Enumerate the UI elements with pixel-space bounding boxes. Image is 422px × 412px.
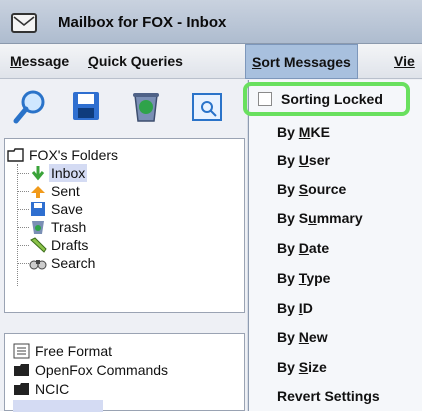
menu-sort-messages[interactable]: Sort Messages (245, 44, 358, 79)
menu-mnemonic: S (298, 359, 309, 375)
menu-mnemonic: u (308, 210, 317, 226)
form-icon (13, 343, 30, 359)
menu-item-by-type[interactable]: By Type (249, 263, 422, 293)
menu-item-label: By (277, 240, 299, 256)
menu-mnemonic: M (10, 53, 22, 69)
menu-item-label: By (277, 124, 299, 140)
queries-list[interactable]: Free Format OpenFox Commands NCIC (4, 333, 245, 412)
trash-icon (32, 221, 44, 234)
menu-label: uick Queries (98, 53, 183, 69)
menu-item-label: By (277, 329, 299, 345)
menu-mnemonic: M (298, 124, 311, 140)
menu-mnemonic: U (298, 152, 309, 168)
tree-connector (17, 173, 29, 174)
title-bar: Mailbox for FOX - Inbox (0, 0, 422, 44)
query-label: Free Format (35, 343, 113, 359)
tree-node-label: Search (51, 255, 96, 271)
sort-messages-menu: Sorting Locked By MKE By User By Source … (248, 80, 422, 411)
menu-item-label: ate (308, 240, 330, 256)
menu-item-label: By (277, 181, 299, 197)
menu-item-label: ource (308, 181, 347, 197)
menu-item-label: mmary (316, 210, 363, 226)
trash-button[interactable] (127, 88, 165, 126)
menu-mnemonic: Vie (394, 53, 415, 69)
menu-item-by-user[interactable]: By User (249, 145, 422, 175)
menu-mnemonic: Q (88, 53, 99, 69)
menu-mnemonic: S (252, 54, 262, 70)
inbox-arrow-icon (31, 166, 45, 181)
window-title: Mailbox for FOX - Inbox (58, 14, 227, 31)
save-icon (31, 202, 45, 216)
menu-item-by-summary[interactable]: By Summary (249, 203, 422, 233)
mail-envelope-icon (11, 13, 37, 33)
save-icon (73, 92, 99, 120)
menu-item-revert-settings[interactable]: Revert Settings (249, 381, 422, 411)
query-label: OpenFox Commands (35, 362, 169, 378)
menu-label: essage (21, 53, 70, 69)
menu-item-label: By (277, 300, 299, 316)
tree-connector (17, 263, 29, 264)
folder-icon (7, 148, 24, 162)
tree-connector (17, 164, 18, 286)
search-icon (13, 90, 45, 124)
tree-node-label: Trash (51, 219, 87, 235)
tree-node-label: FOX's Folders (29, 147, 119, 163)
menu-item-by-size[interactable]: By Size (249, 352, 422, 382)
menu-item-by-source[interactable]: By Source (249, 174, 422, 204)
menu-item-label: By (277, 152, 299, 168)
menu-item-by-mke[interactable]: By MKE (249, 117, 422, 147)
menu-item-label: ize (308, 359, 327, 375)
menu-item-label: By (277, 359, 299, 375)
menu-item-label: KE (310, 124, 330, 140)
menu-quick-queries[interactable]: Quick Queries (82, 44, 189, 79)
menu-item-by-new[interactable]: By New (249, 322, 422, 352)
menu-item-label: D (302, 300, 313, 316)
query-item-partial[interactable] (13, 400, 103, 412)
tree-node-label: Drafts (51, 237, 89, 253)
toolbar (0, 80, 245, 130)
menu-item-label: ew (308, 329, 328, 345)
search-button[interactable] (12, 88, 50, 126)
tree-node-label: Sent (51, 183, 80, 199)
folder-icon (14, 383, 29, 395)
query-label: NCIC (35, 381, 70, 397)
menu-item-label: By (277, 270, 299, 286)
menu-item-label: Revert Settings (277, 388, 380, 404)
tree-connector (17, 191, 29, 192)
mailbox-window: Mailbox for FOX - Inbox Message Quick Qu… (0, 0, 422, 412)
tree-connector (17, 209, 29, 210)
search-binoculars-icon (29, 260, 47, 270)
menu-mnemonic: N (298, 329, 309, 345)
save-button[interactable] (67, 88, 105, 126)
preview-icon (192, 93, 222, 121)
tree-connector (17, 245, 29, 246)
folder-icon (14, 364, 29, 376)
highlight-annotation (243, 82, 410, 116)
menu-message[interactable]: Message (4, 44, 75, 79)
menu-item-label: ype (306, 270, 331, 286)
folder-tree[interactable]: FOX's Folders Inbox Sent Save Trash Draf… (4, 138, 245, 313)
menu-view[interactable]: Vie (388, 44, 421, 79)
menu-label: ort Messages (261, 54, 351, 70)
tree-node-label: Inbox (49, 164, 88, 182)
trash-icon (133, 93, 159, 122)
menu-mnemonic: D (298, 240, 309, 256)
tree-node-label: Save (51, 201, 83, 217)
tree-connector (17, 227, 29, 228)
menu-item-by-date[interactable]: By Date (249, 233, 422, 263)
menu-bar: Message Quick Queries Sort Messages Vie (0, 44, 422, 79)
menu-mnemonic: S (298, 181, 309, 197)
preview-button[interactable] (187, 88, 225, 126)
menu-item-label: ser (308, 152, 330, 168)
drafts-pencil-icon (30, 237, 47, 253)
menu-item-label: By S (277, 210, 309, 226)
sent-arrow-icon (31, 186, 45, 198)
menu-item-by-id[interactable]: By ID (249, 293, 422, 323)
